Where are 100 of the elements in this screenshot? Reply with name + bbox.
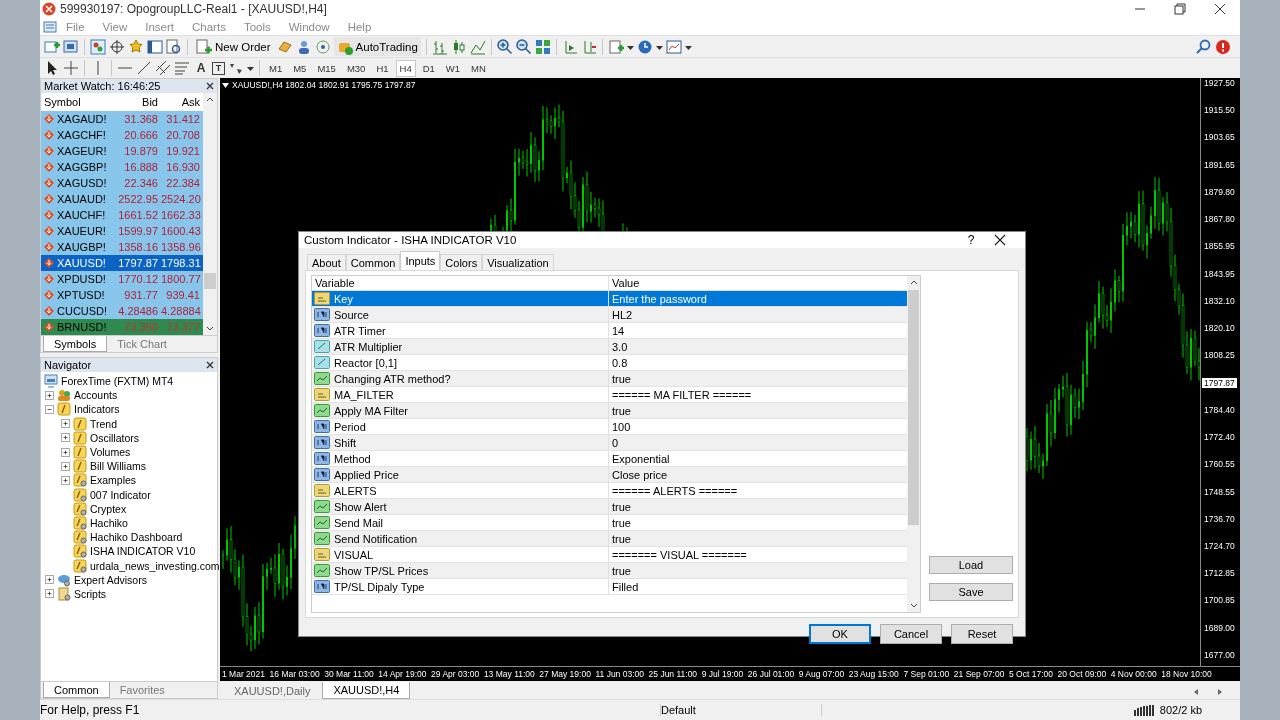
tree-item[interactable]: Volumes bbox=[90, 446, 131, 459]
symbol-row[interactable]: XAGGBP! 16.888 16.930 bbox=[41, 159, 203, 175]
input-row[interactable]: Applied Price Close price bbox=[312, 467, 907, 483]
text-tool[interactable]: A bbox=[193, 61, 209, 75]
scrollbar[interactable] bbox=[907, 276, 920, 612]
expand-toggle[interactable] bbox=[45, 390, 54, 400]
collapse-toggle[interactable] bbox=[45, 404, 54, 414]
input-row[interactable]: Shift 0 bbox=[312, 435, 907, 451]
dialog-tab[interactable]: Inputs bbox=[400, 251, 441, 270]
search-icon[interactable] bbox=[1196, 38, 1212, 55]
star-folder-icon[interactable] bbox=[128, 38, 144, 55]
tree-item[interactable]: Trend bbox=[90, 417, 118, 430]
symbol-row[interactable]: XAGAUD! 31.368 31.412 bbox=[41, 111, 203, 127]
close-icon[interactable] bbox=[993, 233, 1007, 247]
column-header[interactable]: Value bbox=[609, 277, 907, 289]
symbol-row[interactable]: XAUEUR! 1599.97 1600.43 bbox=[41, 223, 203, 239]
timeframe-button[interactable]: M1 bbox=[265, 59, 287, 77]
input-row[interactable]: Key Enter the password bbox=[312, 291, 907, 307]
dialog-tab[interactable]: Visualization bbox=[482, 254, 554, 270]
expand-toggle[interactable] bbox=[61, 419, 70, 429]
symbol-row[interactable]: XAGCHF! 20.666 20.708 bbox=[41, 127, 203, 143]
column-header[interactable]: Symbol bbox=[41, 96, 113, 108]
new-order-button[interactable]: New Order bbox=[193, 37, 274, 56]
scrollbar[interactable] bbox=[203, 93, 217, 335]
signal-icon[interactable] bbox=[314, 38, 331, 55]
tree-item[interactable]: Cryptex bbox=[90, 502, 127, 515]
tree-item[interactable]: Bill Williams bbox=[90, 460, 146, 473]
channel-icon[interactable] bbox=[155, 60, 171, 76]
restore-icon[interactable] bbox=[1172, 1, 1188, 17]
trend-line-icon[interactable] bbox=[136, 60, 152, 76]
timeframe-button[interactable]: M30 bbox=[342, 59, 370, 77]
panel-tab[interactable]: Common bbox=[43, 682, 110, 698]
timeframe-button[interactable]: H4 bbox=[395, 59, 416, 77]
chart-tab[interactable]: XAUUSD!,H4 bbox=[322, 682, 411, 699]
symbol-row[interactable]: XPDUSD! 1770.12 1800.77 bbox=[41, 271, 203, 287]
symbol-row[interactable]: XAGUSD! 22.346 22.384 bbox=[41, 175, 203, 191]
panel-tab[interactable]: Symbols bbox=[43, 336, 108, 352]
new-chart-icon[interactable] bbox=[44, 38, 60, 55]
timeframe-button[interactable]: H1 bbox=[372, 59, 393, 77]
template-icon[interactable] bbox=[665, 38, 682, 55]
side-button[interactable]: Load bbox=[929, 556, 1013, 574]
menu-item[interactable]: Window bbox=[279, 20, 339, 33]
input-row[interactable]: Show TP/SL Prices true bbox=[312, 563, 907, 579]
help-button[interactable]: ? bbox=[959, 232, 983, 248]
close-icon[interactable] bbox=[206, 361, 214, 369]
tree-item[interactable]: Hachiko Dashboard bbox=[90, 531, 183, 544]
indicators-icon[interactable] bbox=[607, 38, 624, 55]
panel-tab[interactable]: Favorites bbox=[109, 682, 175, 698]
tree-item[interactable]: Oscillators bbox=[90, 431, 139, 444]
input-row[interactable]: TP/SL Dipaly Type Filled bbox=[312, 579, 907, 595]
dialog-button[interactable]: Cancel bbox=[880, 624, 942, 644]
dialog-tab[interactable]: Common bbox=[345, 254, 401, 270]
dialog-tab[interactable]: About bbox=[307, 254, 346, 270]
expand-toggle[interactable] bbox=[61, 475, 70, 485]
panel-tab[interactable]: Tick Chart bbox=[107, 336, 177, 352]
timeframe-button[interactable]: M15 bbox=[313, 59, 340, 77]
tree-item[interactable]: Hachiko bbox=[90, 516, 128, 529]
tree-item[interactable]: Examples bbox=[90, 474, 137, 487]
tree-item[interactable]: Scripts bbox=[74, 587, 107, 600]
side-button[interactable]: Save bbox=[929, 583, 1013, 601]
crosshair-icon[interactable] bbox=[109, 38, 125, 55]
menu-triangle-icon[interactable] bbox=[222, 81, 229, 89]
text-label-tool[interactable]: T bbox=[212, 61, 225, 75]
tree-item[interactable]: ISHA INDICATOR V10 bbox=[90, 545, 196, 558]
dialog-button[interactable]: Reset bbox=[951, 624, 1013, 644]
expand-toggle[interactable] bbox=[61, 461, 70, 471]
zoom-out-icon[interactable] bbox=[515, 38, 532, 55]
dialog-button[interactable]: OK bbox=[809, 624, 871, 644]
symbol-row[interactable]: XAUAUD! 2522.95 2524.20 bbox=[41, 191, 203, 207]
line-chart-icon[interactable] bbox=[469, 38, 486, 55]
expand-toggle[interactable] bbox=[45, 589, 54, 599]
symbol-row[interactable]: CUCUSD! 4.28486 4.28884 bbox=[41, 303, 203, 319]
timeframe-button[interactable]: MN bbox=[467, 59, 490, 77]
expand-toggle[interactable] bbox=[45, 575, 54, 585]
symbol-row[interactable]: BRNUSD! 73.350 73.377 bbox=[41, 319, 203, 335]
menu-item[interactable]: Help bbox=[338, 20, 381, 33]
symbol-row[interactable]: XPTUSD! 931.77 939.41 bbox=[41, 287, 203, 303]
tree-item[interactable]: ForexTime (FXTM) MT4 bbox=[61, 375, 174, 388]
timeframe-button[interactable]: W1 bbox=[441, 59, 465, 77]
expand-toggle[interactable] bbox=[61, 433, 70, 443]
clock-icon[interactable] bbox=[636, 38, 653, 55]
input-row[interactable]: Changing ATR method? true bbox=[312, 371, 907, 387]
market-watch-icon[interactable] bbox=[90, 38, 106, 55]
column-header[interactable]: Ask bbox=[161, 96, 203, 108]
window-icon[interactable] bbox=[147, 38, 163, 55]
input-row[interactable]: Show Alert true bbox=[312, 499, 907, 515]
menu-item[interactable]: View bbox=[93, 20, 137, 33]
symbol-row[interactable]: XAUGBP! 1358.16 1358.96 bbox=[41, 239, 203, 255]
scrollbar-thumb[interactable] bbox=[908, 290, 919, 525]
tree-item[interactable]: Accounts bbox=[74, 389, 118, 402]
tile-windows-icon[interactable] bbox=[534, 38, 551, 55]
tree-item[interactable]: Expert Advisors bbox=[74, 573, 147, 586]
input-row[interactable]: Apply MA Filter true bbox=[312, 403, 907, 419]
dialog-tab[interactable]: Colors bbox=[440, 254, 483, 270]
magnifier-document-icon[interactable] bbox=[166, 38, 182, 55]
close-icon[interactable] bbox=[206, 82, 214, 90]
column-header[interactable]: Variable bbox=[312, 276, 609, 290]
input-row[interactable]: ATR Multiplier 3.0 bbox=[312, 339, 907, 355]
bar-chart-icon[interactable] bbox=[431, 38, 448, 55]
tree-item[interactable]: urdala_news_investing.com bbox=[90, 559, 220, 572]
